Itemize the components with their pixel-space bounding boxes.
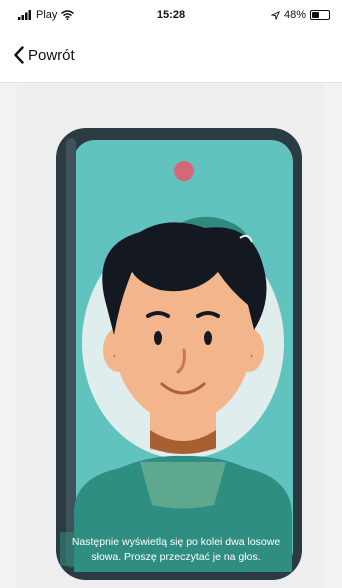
shirt-collar: [140, 462, 226, 509]
phone-face-illustration: [56, 128, 302, 580]
left-eye: [154, 331, 162, 345]
right-eye: [204, 331, 212, 345]
phone-screen-shine: [66, 138, 76, 568]
instruction-caption: Następnie wyświetlą się po kolei dwa los…: [71, 536, 281, 563]
camera-dot: [174, 161, 194, 181]
